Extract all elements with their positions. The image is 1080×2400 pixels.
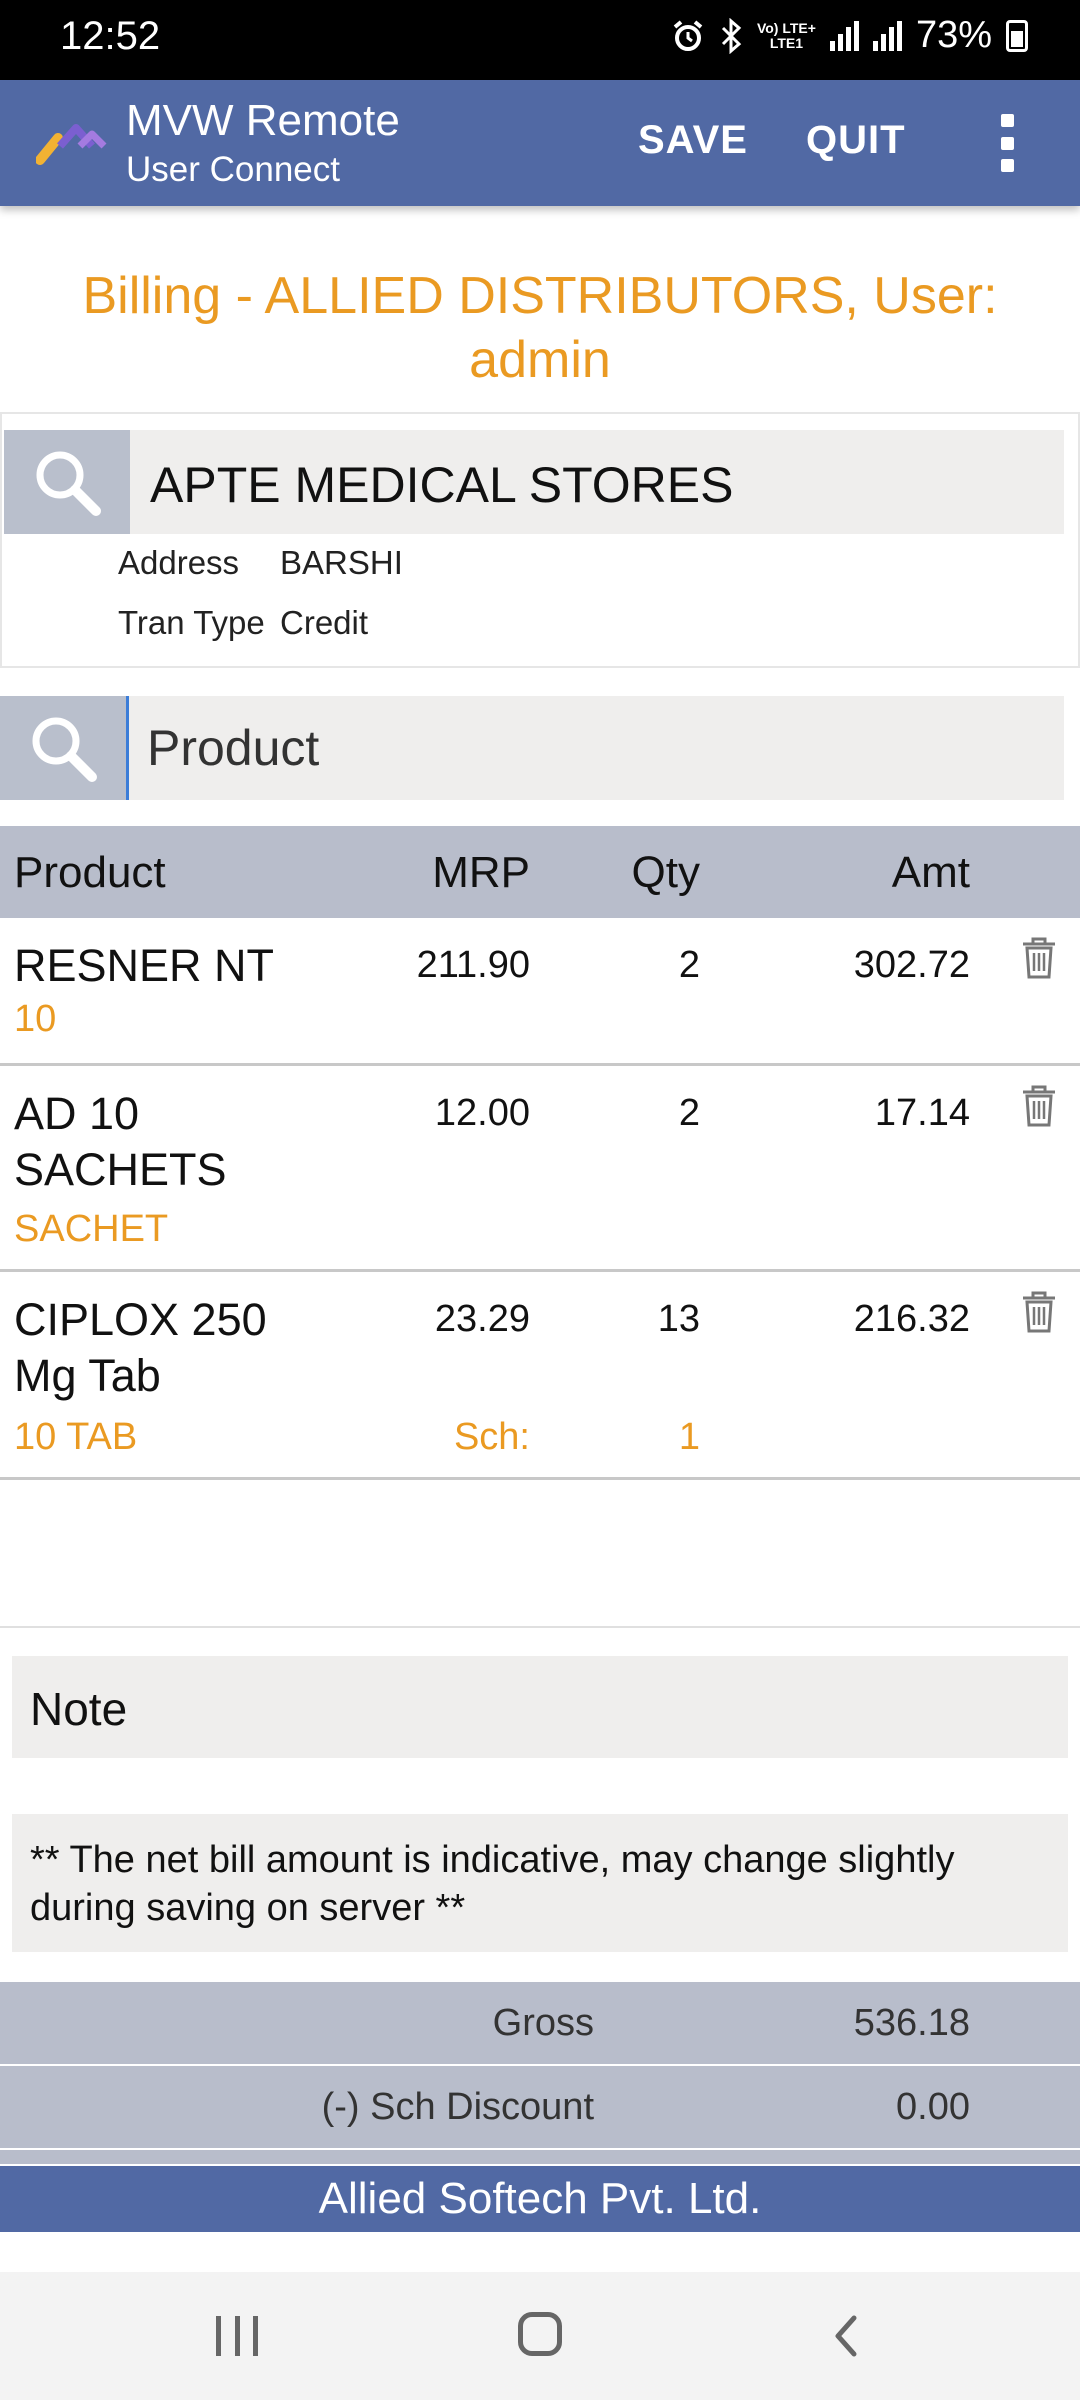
tran-type-row: Tran Type Credit bbox=[118, 604, 368, 642]
bluetooth-icon bbox=[721, 17, 742, 54]
product-amt: 216.32 bbox=[853, 1298, 970, 1340]
app-logo-icon bbox=[36, 124, 107, 165]
product-qty: 2 bbox=[678, 944, 700, 986]
status-time: 12:52 bbox=[60, 14, 161, 58]
product-qty: 2 bbox=[678, 1092, 700, 1134]
footer-company: Allied Softech Pvt. Ltd. bbox=[0, 2166, 1080, 2232]
product-search-bar bbox=[0, 696, 1064, 800]
note-field[interactable]: Note bbox=[12, 1656, 1068, 1758]
gross-value: 536.18 bbox=[853, 2002, 970, 2044]
product-name: RESNER NT bbox=[14, 940, 275, 991]
status-icons: Vo) LTE+ LTE1 73% bbox=[671, 14, 1028, 57]
home-icon[interactable] bbox=[518, 2312, 562, 2356]
product-pack: 10 TAB bbox=[14, 1416, 138, 1458]
system-nav-bar bbox=[0, 2272, 1080, 2400]
search-icon bbox=[36, 451, 101, 516]
app-title: MVW Remote bbox=[126, 96, 400, 145]
quit-button[interactable]: QUIT bbox=[806, 118, 906, 163]
product-search-input[interactable] bbox=[126, 696, 1064, 800]
delete-icon[interactable] bbox=[1020, 1290, 1058, 1334]
search-icon bbox=[32, 717, 97, 782]
save-button[interactable]: SAVE bbox=[638, 118, 748, 163]
table-row[interactable]: AD 10 SACHETS 12.00 2 17.14 SACHET bbox=[0, 1066, 1080, 1272]
product-qty: 13 bbox=[657, 1298, 700, 1340]
tran-type-label: Tran Type bbox=[118, 604, 265, 641]
battery-percent: 73% bbox=[915, 14, 992, 56]
product-amt: 17.14 bbox=[874, 1092, 970, 1134]
address-label: Address bbox=[118, 544, 240, 581]
scheme-label: Sch: bbox=[453, 1416, 530, 1458]
signal-icon bbox=[829, 20, 859, 51]
delete-icon[interactable] bbox=[1020, 936, 1058, 980]
customer-name-field[interactable]: APTE MEDICAL STORES bbox=[130, 430, 1064, 534]
app-subtitle: User Connect bbox=[126, 150, 340, 189]
column-header-product: Product bbox=[14, 848, 166, 897]
net-amount-notice: ** The net bill amount is indicative, ma… bbox=[12, 1814, 1068, 1952]
product-amt: 302.72 bbox=[853, 944, 970, 986]
sch-discount-label: (-) Sch Discount bbox=[321, 2086, 594, 2128]
product-pack: 10 bbox=[14, 998, 57, 1040]
gross-label: Gross bbox=[492, 2002, 594, 2044]
more-vert-icon[interactable] bbox=[998, 114, 1016, 172]
product-mrp: 12.00 bbox=[434, 1092, 530, 1134]
divider bbox=[0, 1626, 1080, 1628]
product-name: CIPLOX 250 Mg Tab bbox=[14, 1294, 267, 1401]
divider bbox=[0, 2150, 1080, 2164]
table-header: Product MRP Qty Amt bbox=[0, 826, 1080, 918]
scheme-qty: 1 bbox=[678, 1416, 700, 1458]
product-mrp: 211.90 bbox=[416, 944, 530, 986]
back-icon[interactable] bbox=[826, 2312, 866, 2360]
table-row[interactable]: CIPLOX 250 Mg Tab 23.29 13 216.32 10 TAB… bbox=[0, 1272, 1080, 1480]
page-title: Billing - ALLIED DISTRIBUTORS, User: adm… bbox=[82, 267, 998, 389]
sch-discount-row: (-) Sch Discount 0.00 bbox=[0, 2066, 1080, 2148]
customer-panel: APTE MEDICAL STORES Address BARSHI Tran T… bbox=[0, 412, 1080, 668]
tran-type-value: Credit bbox=[280, 604, 369, 641]
table-row[interactable]: RESNER NT 211.90 2 302.72 10 bbox=[0, 918, 1080, 1066]
gross-total-row: Gross 536.18 bbox=[0, 1982, 1080, 2064]
network-type-label: Vo) LTE+ LTE1 bbox=[756, 19, 816, 51]
delete-icon[interactable] bbox=[1020, 1084, 1058, 1128]
alarm-icon bbox=[673, 19, 703, 51]
customer-search-button[interactable] bbox=[4, 430, 130, 534]
product-pack: SACHET bbox=[14, 1208, 169, 1250]
column-header-qty: Qty bbox=[631, 848, 700, 897]
address-row: Address BARSHI bbox=[118, 544, 403, 582]
product-name: AD 10 SACHETS bbox=[14, 1088, 227, 1195]
column-header-amt: Amt bbox=[891, 848, 970, 897]
column-header-mrp: MRP bbox=[432, 848, 530, 897]
product-mrp: 23.29 bbox=[434, 1298, 530, 1340]
customer-name: APTE MEDICAL STORES bbox=[150, 457, 734, 513]
app-bar: MVW Remote User Connect SAVE QUIT bbox=[0, 80, 1080, 206]
status-bar: 12:52 Vo) LTE+ LTE1 73% bbox=[0, 0, 1080, 80]
product-search-button[interactable] bbox=[0, 696, 126, 800]
sch-discount-value: 0.00 bbox=[896, 2086, 970, 2128]
signal-icon bbox=[872, 20, 902, 51]
address-value: BARSHI bbox=[280, 544, 403, 581]
battery-icon bbox=[1006, 19, 1028, 52]
recent-apps-icon[interactable] bbox=[216, 2316, 258, 2356]
